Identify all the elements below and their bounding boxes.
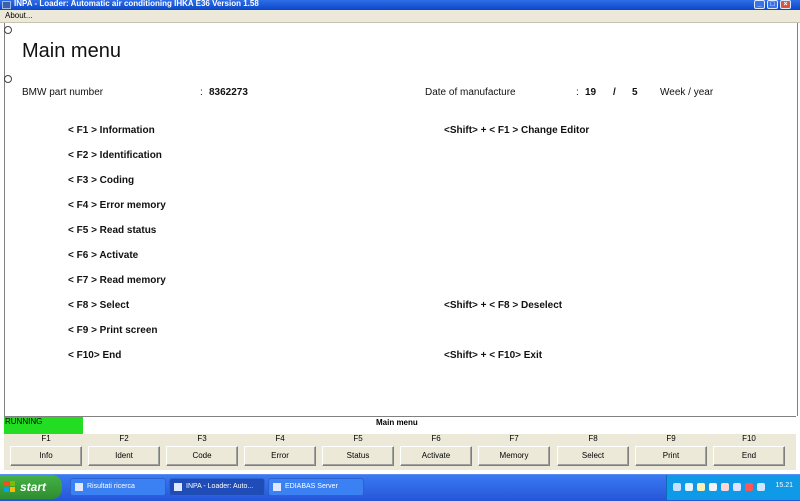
function-key-bar: F1 Info F2 Ident F3 Code F4 Error F5 Sta… xyxy=(4,434,796,470)
start-label: start xyxy=(20,480,47,494)
fkey-label-f8: F8 xyxy=(588,434,598,443)
task-label: Risultati ricerca xyxy=(87,483,135,490)
menu-option-f1: < F1 > Information xyxy=(68,125,155,136)
menu-option-f2: < F2 > Identification xyxy=(68,150,162,161)
menu-option-f8: < F8 > Select xyxy=(68,300,130,311)
manufacture-date-colon: : xyxy=(576,87,579,98)
manufacture-date-separator: / xyxy=(613,87,616,98)
end-button[interactable]: End xyxy=(713,446,785,466)
task-search-results[interactable]: Risultati ricerca xyxy=(70,478,166,496)
manufacture-year-value: 5 xyxy=(632,87,638,98)
manufacture-week-value: 19 xyxy=(585,87,597,98)
memory-button[interactable]: Memory xyxy=(478,446,550,466)
part-number-colon: : xyxy=(200,87,203,98)
running-status: RUNNING xyxy=(4,417,83,435)
task-label: EDIABAS Server xyxy=(285,483,338,490)
status-title: Main menu xyxy=(376,418,418,427)
status-bar: RUNNING Main menu xyxy=(4,416,796,435)
fkey-label-f9: F9 xyxy=(666,434,676,443)
menu-option-f5: < F5 > Read status xyxy=(68,225,157,236)
clock[interactable]: 15.21 xyxy=(775,482,793,489)
task-label: INPA - Loader: Auto... xyxy=(186,483,254,490)
code-button[interactable]: Code xyxy=(166,446,238,466)
tray-folder-icon[interactable] xyxy=(697,483,705,491)
minimize-icon[interactable]: _ xyxy=(754,0,765,9)
info-button[interactable]: Info xyxy=(10,446,82,466)
menu-option-f10: < F10> End xyxy=(68,350,122,361)
window-title: INPA - Loader: Automatic air conditionin… xyxy=(14,0,259,8)
start-button[interactable]: start xyxy=(0,475,62,499)
part-number-label: BMW part number xyxy=(22,87,104,98)
tray-ati-icon[interactable] xyxy=(745,483,753,491)
fkey-label-f10: F10 xyxy=(742,434,756,443)
ident-button[interactable]: Ident xyxy=(88,446,160,466)
tray-update-icon[interactable] xyxy=(721,483,729,491)
system-tray: 15.21 xyxy=(666,475,800,500)
tray-arrow-icon[interactable] xyxy=(673,483,681,491)
tray-security-icon[interactable] xyxy=(733,483,741,491)
manufacture-date-label: Date of manufacture xyxy=(425,87,516,98)
error-button[interactable]: Error xyxy=(244,446,316,466)
menu-about[interactable]: About... xyxy=(5,11,33,20)
tray-network-icon[interactable] xyxy=(685,483,693,491)
status-button[interactable]: Status xyxy=(322,446,394,466)
menu-option-f6: < F6 > Activate xyxy=(68,250,139,261)
fkey-label-f3: F3 xyxy=(197,434,207,443)
menu-option-f7: < F7 > Read memory xyxy=(68,275,166,286)
taskbar: start Risultati ricerca INPA - Loader: A… xyxy=(0,474,800,501)
menu-option-shift-f10: <Shift> + < F10> Exit xyxy=(444,350,543,361)
close-icon[interactable]: × xyxy=(780,0,791,9)
menu-option-f9: < F9 > Print screen xyxy=(68,325,158,336)
select-button[interactable]: Select xyxy=(557,446,629,466)
ediabas-icon xyxy=(273,483,281,491)
fkey-label-f4: F4 xyxy=(275,434,285,443)
fkey-label-f6: F6 xyxy=(431,434,441,443)
app-icon xyxy=(2,1,11,9)
tray-monitor-icon[interactable] xyxy=(757,483,765,491)
manufacture-date-unit: Week / year xyxy=(660,87,714,98)
task-inpa-loader[interactable]: INPA - Loader: Auto... xyxy=(169,478,265,496)
activate-button[interactable]: Activate xyxy=(400,446,472,466)
radio-indicator-top[interactable] xyxy=(4,26,12,34)
page-title: Main menu xyxy=(22,40,121,62)
inpa-icon xyxy=(174,483,182,491)
fkey-label-f5: F5 xyxy=(353,434,363,443)
windows-logo-icon xyxy=(4,481,15,492)
fkey-label-f1: F1 xyxy=(41,434,51,443)
menu-option-f3: < F3 > Coding xyxy=(68,175,135,186)
menu-option-f4: < F4 > Error memory xyxy=(68,200,166,211)
menu-option-shift-f8: <Shift> + < F8 > Deselect xyxy=(444,300,563,311)
fkey-label-f7: F7 xyxy=(509,434,519,443)
tray-volume-icon[interactable] xyxy=(709,483,717,491)
print-button[interactable]: Print xyxy=(635,446,707,466)
title-bar[interactable]: INPA - Loader: Automatic air conditionin… xyxy=(0,0,800,10)
main-panel xyxy=(4,23,798,416)
menu-bar: About... xyxy=(0,10,800,23)
part-number-value: 8362273 xyxy=(209,87,248,98)
maximize-icon[interactable]: □ xyxy=(767,0,778,9)
fkey-label-f2: F2 xyxy=(119,434,129,443)
folder-icon xyxy=(75,483,83,491)
radio-indicator-middle[interactable] xyxy=(4,75,12,83)
task-ediabas-server[interactable]: EDIABAS Server xyxy=(268,478,364,496)
menu-option-shift-f1: <Shift> + < F1 > Change Editor xyxy=(444,125,590,136)
